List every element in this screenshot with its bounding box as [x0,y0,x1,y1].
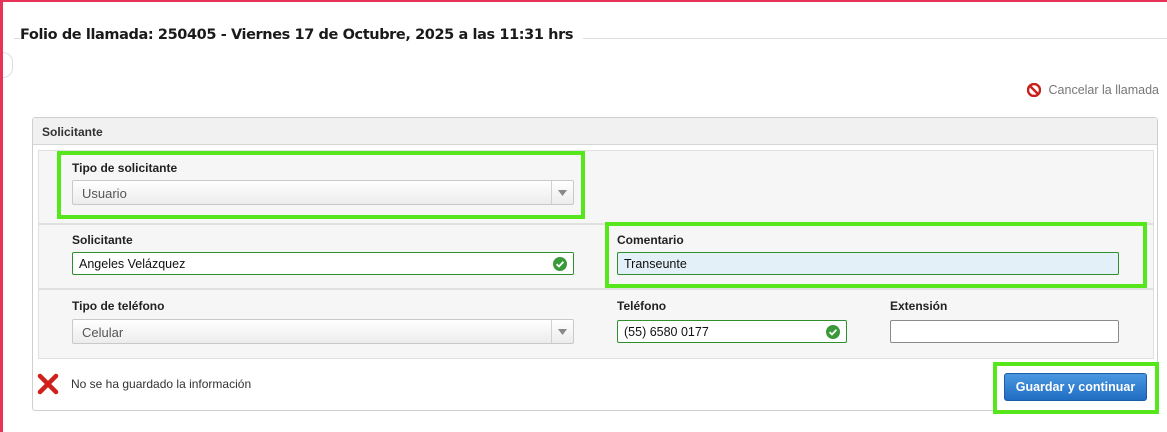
cancel-circle-icon [1026,82,1041,98]
page-title: Folio de llamada: 250405 - Viernes 17 de… [20,27,584,43]
check-icon [553,257,567,271]
highlight-tipo-solicitante [57,151,585,219]
save-continue-button[interactable]: Guardar y continuar [1004,373,1147,401]
panel-title: Solicitante [33,118,1157,145]
highlight-comentario [605,222,1147,288]
solicitante-label: Solicitante [72,233,133,247]
telefono-label: Teléfono [617,299,667,313]
chevron-down-icon [551,320,573,343]
save-status: No se ha guardado la información [37,373,251,395]
frame-top-border [0,0,1167,2]
solicitante-input[interactable]: Angeles Velázquez [72,252,574,275]
tipo-telefono-value: Celular [82,325,124,340]
telefono-input[interactable]: (55) 6580 0177 [617,320,847,343]
tipo-telefono-select[interactable]: Celular [72,319,574,344]
cancel-call-label: Cancelar la llamada [1048,83,1159,97]
frame-notch [3,52,13,78]
tipo-telefono-label: Tipo de teléfono [72,299,165,313]
save-status-text: No se ha guardado la información [71,377,252,391]
error-x-icon [37,373,59,395]
solicitante-value: Angeles Velázquez [79,257,186,271]
extension-label: Extensión [890,299,948,313]
telefono-value: (55) 6580 0177 [624,325,709,339]
row-telefono: Tipo de teléfono Celular Teléfono (55) 6… [38,289,1154,359]
check-icon [826,325,840,339]
extension-input[interactable] [890,320,1119,343]
cancel-call-link[interactable]: Cancelar la llamada [1026,82,1159,98]
